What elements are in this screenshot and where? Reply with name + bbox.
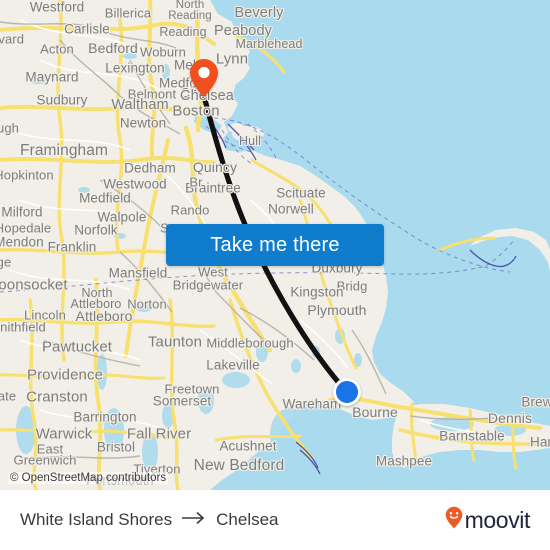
origin-map-pin[interactable] — [189, 58, 219, 98]
moovit-route-screen: Westford Billerica North Reading Beverly Carl… — [0, 0, 550, 550]
destination-map-dot[interactable] — [333, 378, 361, 406]
map-pin-icon — [190, 59, 218, 97]
route-summary: White Island Shores Chelsea — [20, 510, 279, 530]
route-footer: White Island Shores Chelsea moovit — [0, 490, 550, 550]
moovit-wordmark: moovit — [464, 506, 531, 533]
map-attribution[interactable]: © OpenStreetMap contributors — [8, 472, 169, 484]
moovit-brand-logo[interactable]: moovit — [445, 506, 530, 534]
arrow-right-icon — [181, 510, 207, 530]
take-me-there-button[interactable]: Take me there — [166, 224, 384, 266]
route-destination-label: Chelsea — [216, 510, 279, 529]
moovit-pin-icon — [445, 506, 463, 534]
route-origin-label: White Island Shores — [20, 510, 173, 529]
map-canvas[interactable]: Westford Billerica North Reading Beverly Carl… — [0, 0, 550, 490]
